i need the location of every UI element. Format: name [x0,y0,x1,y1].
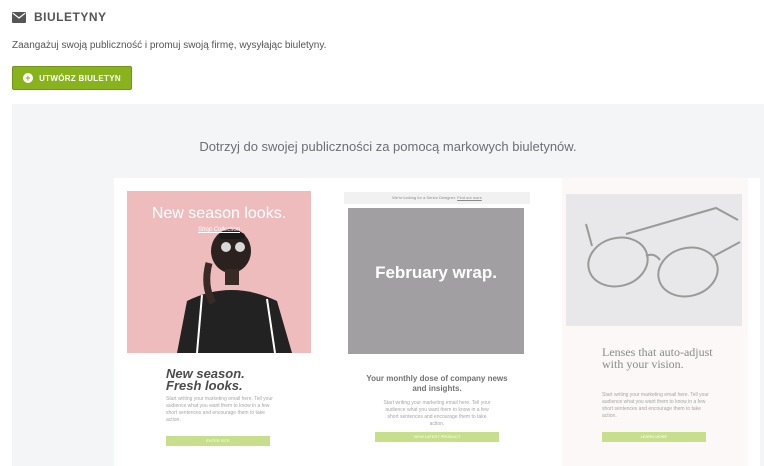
promo-panel: Dotrzyj do swojej publiczności za pomocą… [12,104,764,466]
template-body: Start writing your marketing email here.… [383,400,491,427]
template-heading: New season. Fresh looks. [166,367,276,393]
template-cta: LEARN MORE [602,432,706,442]
template-cta: VIEW LATEST PRODUCT [375,432,499,442]
hero-link: Shop Collection [197,227,241,233]
template-body: Start writing your marketing email here.… [602,392,709,419]
template-previews: New season looks. Shop Collection New se… [114,178,760,466]
page-description: Zaangażuj swoją publiczność i promuj swo… [12,40,327,51]
template-heading: Your monthly dose of company news and in… [366,374,508,393]
template-hero-image: New season looks. Shop Collection [127,191,311,353]
template-cta: ENTER SITE [166,436,270,446]
top-bar-link: Find out more [457,195,482,200]
hero-title: February wrap. [375,263,497,282]
glasses-image [585,206,741,298]
template-top-bar: We're looking for a Senior Designer. Fin… [344,192,530,204]
plus-circle-icon: + [23,73,34,83]
template-hero-image: February wrap. [348,208,524,354]
heading-line-2: Fresh looks. [166,378,243,393]
template-card-eyewear: Lenses that auto-adjust with your vision… [562,178,748,466]
page-header: BIULETYNY [12,10,107,24]
promo-tagline: Dotrzyj do swojej publiczności za pomocą… [199,139,577,154]
template-heading: Lenses that auto-adjust with your vision… [602,345,713,371]
page-title: BIULETYNY [34,10,107,24]
hero-title: New season looks. [151,205,287,222]
template-card-fashion: New season looks. Shop Collection New se… [124,178,314,466]
template-body: Start writing your marketing email here.… [166,396,273,423]
top-bar-text: We're looking for a Senior Designer. [392,195,457,200]
create-newsletter-label: UTWÓRZ BIULETYN [39,73,121,83]
create-newsletter-button[interactable]: + UTWÓRZ BIULETYN [12,66,132,90]
template-card-company-news: We're looking for a Senior Designer. Fin… [342,178,532,466]
template-hero-image [566,194,742,326]
envelope-icon [12,11,26,23]
